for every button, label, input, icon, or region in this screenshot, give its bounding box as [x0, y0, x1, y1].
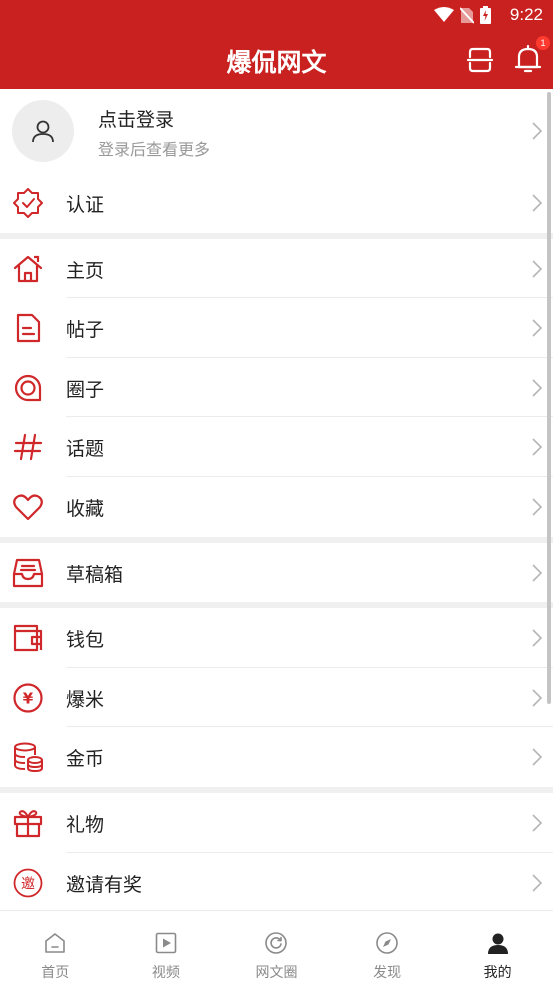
chevron-right-icon [532, 748, 543, 766]
invite-stamp-icon: 邀 [13, 868, 43, 897]
login-row[interactable]: 点击登录 登录后查看更多 [0, 89, 553, 173]
chevron-right-icon [532, 438, 543, 456]
menu-item-circles[interactable]: 圈子 [0, 357, 553, 418]
user-icon [487, 933, 508, 954]
chevron-right-icon [532, 260, 543, 278]
wallet-icon [13, 625, 43, 652]
menu-item-topics[interactable]: 话题 [0, 417, 553, 477]
circle-group-icon [14, 374, 42, 401]
status-time: 9:22 [509, 5, 543, 24]
scan-icon[interactable] [466, 46, 494, 74]
compass-icon [376, 932, 398, 954]
app-header: 爆侃网文 1 [0, 30, 553, 89]
home-icon [45, 933, 66, 953]
bottom-tab-bar: 首页 视频 网文圈 发现 我的 [0, 910, 553, 983]
gift-icon [13, 810, 43, 838]
circle-refresh-icon [265, 932, 288, 954]
wifi-icon [434, 7, 454, 22]
coin-stack-icon [14, 742, 43, 773]
avatar [12, 100, 74, 162]
chevron-right-icon [532, 379, 543, 397]
menu-label-verify: 认证 [66, 194, 105, 216]
profile-menu: 点击登录 登录后查看更多 认证 主页 帖子 圈子 话题 收藏 草稿箱 钱包 ¥ … [0, 89, 553, 910]
video-icon [155, 932, 177, 954]
heart-icon [13, 494, 43, 521]
menu-item-posts[interactable]: 帖子 [0, 298, 553, 358]
invite-glyph: 邀 [21, 876, 35, 892]
document-icon [16, 314, 41, 343]
tab-label: 发现 [373, 965, 402, 981]
menu-label-wallet: 钱包 [66, 629, 105, 652]
chevron-right-icon [532, 498, 543, 516]
no-sim-icon [460, 6, 474, 24]
menu-label-drafts: 草稿箱 [66, 563, 124, 586]
menu-label-gifts: 礼物 [66, 813, 105, 836]
tab-video[interactable]: 视频 [111, 911, 222, 983]
menu-label-circles: 圈子 [66, 378, 105, 401]
menu-label-favorites: 收藏 [66, 497, 105, 520]
menu-label-baomi: 爆米 [66, 688, 105, 711]
menu-item-drafts[interactable]: 草稿箱 [0, 542, 553, 603]
chevron-right-icon [532, 873, 543, 892]
battery-charging-icon [480, 6, 491, 24]
yen-glyph: ¥ [23, 689, 34, 707]
inbox-tray-icon [12, 558, 44, 587]
tab-label: 我的 [483, 965, 512, 981]
menu-label-posts: 帖子 [66, 319, 105, 342]
tab-label: 视频 [151, 965, 180, 981]
menu-item-wallet[interactable]: 钱包 [0, 608, 553, 668]
yen-coin-icon: ¥ [13, 683, 43, 713]
login-subtitle: 登录后查看更多 [98, 140, 211, 159]
menu-item-gifts[interactable]: 礼物 [0, 792, 553, 853]
chevron-right-icon [532, 814, 543, 832]
chevron-right-icon [532, 122, 543, 140]
menu-item-coins[interactable]: 金币 [0, 727, 553, 787]
menu-item-verify[interactable]: 认证 [0, 173, 553, 233]
chevron-right-icon [532, 689, 543, 707]
chevron-right-icon [532, 194, 543, 212]
notification-badge: 1 [536, 36, 550, 50]
chevron-right-icon [532, 563, 543, 582]
login-title: 点击登录 [98, 109, 175, 131]
scrollbar[interactable] [547, 92, 551, 704]
chevron-right-icon [532, 319, 543, 337]
menu-label-topics: 话题 [66, 438, 105, 461]
tab-discover[interactable]: 发现 [332, 911, 443, 983]
tab-label: 首页 [41, 965, 70, 981]
menu-item-baomi[interactable]: ¥ 爆米 [0, 667, 553, 728]
tab-home[interactable]: 首页 [0, 911, 111, 983]
hashtag-icon [13, 434, 43, 461]
menu-label-coins: 金币 [66, 748, 105, 771]
user-outline-icon [32, 120, 54, 143]
menu-item-invite[interactable]: 邀 邀请有奖 [0, 852, 553, 910]
menu-label-home: 主页 [66, 259, 105, 282]
menu-item-favorites[interactable]: 收藏 [0, 476, 553, 537]
tab-mine[interactable]: 我的 [442, 911, 553, 983]
menu-label-invite: 邀请有奖 [66, 873, 143, 896]
house-icon [13, 255, 43, 282]
status-icons [434, 5, 491, 25]
verified-badge-icon [13, 188, 43, 218]
chevron-right-icon [532, 629, 543, 647]
tab-circle[interactable]: 网文圈 [221, 911, 332, 983]
status-bar: 9:22 [0, 0, 553, 30]
menu-item-home[interactable]: 主页 [0, 238, 553, 299]
tab-label: 网文圈 [255, 965, 298, 981]
